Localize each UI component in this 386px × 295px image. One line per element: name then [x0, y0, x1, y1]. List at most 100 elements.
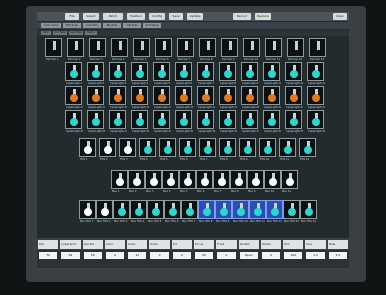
status-value[interactable]: 100 [284, 252, 303, 259]
fixture-tile[interactable]: CyberLight 36 [307, 110, 325, 133]
fixture-tile[interactable]: TDS 11 [279, 138, 296, 161]
status-value[interactable]: 3.0 [328, 252, 347, 259]
fixture-tile[interactable]: CyberLight 23 [285, 86, 303, 109]
toolbar-button-config[interactable]: Config [149, 13, 165, 20]
fixture-tile[interactable]: Dimmer 13 [309, 38, 326, 61]
fixture-tile[interactable]: CyberLight 24 [307, 86, 325, 109]
fixture-tile[interactable]: Mac TDS 9 [215, 200, 232, 223]
fixture-tile[interactable]: TDS 5 [159, 138, 176, 161]
fixture-tile[interactable]: Mac TDS 12 [266, 200, 283, 223]
fixture-tile[interactable]: Dimmer 2 [67, 38, 84, 61]
sub-button-sort-value[interactable]: Sort Value [143, 23, 161, 28]
fixture-tile[interactable]: Dimmer 3 [89, 38, 106, 61]
fixture-tile[interactable]: Mac 7 [213, 170, 230, 193]
fixture-tile[interactable]: CyberLight 1 [65, 62, 82, 85]
fixture-tile[interactable]: CyberLight 11 [285, 62, 303, 85]
fixture-tile[interactable]: Mac 1 [111, 170, 128, 193]
fixture-tile[interactable]: CyberLight 3 [109, 62, 126, 85]
status-value[interactable]: 0 [150, 252, 169, 259]
status-value[interactable]: 50 [195, 252, 214, 259]
toolbar-button-update[interactable]: Update [187, 13, 203, 20]
fixture-tile[interactable]: CyberLight 2 [87, 62, 104, 85]
fixture-tile[interactable]: Mac 3 [145, 170, 162, 193]
fixture-tile[interactable]: Dimmer 8 [199, 38, 216, 61]
status-value[interactable]: 0 [261, 252, 281, 259]
fixture-tile[interactable]: Mac TDS 7 [181, 200, 198, 223]
fixture-tile[interactable]: Mac 11 [281, 170, 298, 193]
fixture-tile[interactable]: CyberLight 34 [263, 110, 281, 133]
toolbar-button-restore[interactable]: Restore [255, 13, 271, 20]
fixture-tile[interactable]: CyberLight 30 [175, 110, 193, 133]
toolbar-button-file[interactable]: File [65, 13, 79, 20]
fixture-tile[interactable]: Dimmer 10 [243, 38, 260, 61]
fixture-tile[interactable]: TDS 7 [199, 138, 216, 161]
fixture-tile[interactable]: Mac TDS 1 [79, 200, 96, 223]
fixture-tile[interactable]: Mac TDS 3 [113, 200, 130, 223]
fixture-tile[interactable]: CyberLight 4 [131, 62, 148, 85]
fixture-tile[interactable]: CyberLight 25 [65, 110, 83, 133]
toolbar-button-clear[interactable]: Clear [333, 13, 347, 20]
fixture-tile[interactable]: Mac TDS 8 [198, 200, 215, 223]
fixture-tile[interactable]: Mac TDS 5 [147, 200, 164, 223]
status-value[interactable]: 0 [172, 252, 191, 259]
fixture-tile[interactable]: TDS 8 [219, 138, 236, 161]
fixture-tile[interactable]: Mac 5 [179, 170, 196, 193]
status-value[interactable]: T0 [39, 252, 58, 259]
fixture-tile[interactable]: Dimmer 11 [265, 38, 282, 61]
fixture-tile[interactable]: CyberLight 18 [175, 86, 193, 109]
fixture-tile[interactable]: Mac TDS 14 [300, 200, 317, 223]
fixture-tile[interactable]: Mac 6 [196, 170, 213, 193]
toolbar-button-patch[interactable]: Patch [103, 13, 123, 20]
fixture-tile[interactable]: CyberLight 31 [197, 110, 215, 133]
tab-macro[interactable]: Macro [85, 31, 97, 35]
fixture-tile[interactable]: CyberLight 29 [153, 110, 171, 133]
fixture-tile[interactable]: CyberLight 33 [241, 110, 259, 133]
fixture-tile[interactable]: CyberLight 16 [131, 86, 149, 109]
status-value[interactable]: 1.0 [306, 252, 325, 259]
fixture-tile[interactable]: TDS 2 [99, 138, 116, 161]
fixture-tile[interactable]: CyberLight 9 [241, 62, 258, 85]
status-value[interactable]: 12 [128, 252, 147, 259]
toolbar-button-position[interactable]: Position [127, 13, 145, 20]
fixture-tile[interactable]: TDS 10 [259, 138, 276, 161]
status-value[interactable]: Open [239, 252, 258, 259]
fixture-tile[interactable]: Dimmer 5 [133, 38, 150, 61]
fixture-tile[interactable]: CyberLight 6 [175, 62, 192, 85]
toolbar-button-save[interactable]: Save [169, 13, 183, 20]
fixture-tile[interactable]: TDS 6 [179, 138, 196, 161]
fixture-tile[interactable]: CyberLight 32 [219, 110, 237, 133]
fixture-tile[interactable]: Mac TDS 2 [96, 200, 113, 223]
fixture-tile[interactable]: Mac 9 [247, 170, 264, 193]
fixture-tile[interactable]: CyberLight 15 [109, 86, 127, 109]
fixture-tile[interactable]: CyberLight 21 [241, 86, 259, 109]
fixture-tile[interactable]: CyberLight 5 [153, 62, 170, 85]
fixture-tile[interactable]: Mac TDS 11 [249, 200, 266, 223]
fixture-tile[interactable]: Mac TDS 6 [164, 200, 181, 223]
fixture-tile[interactable]: TDS 9 [239, 138, 256, 161]
fixture-tile[interactable]: CyberLight 13 [65, 86, 83, 109]
fixture-tile[interactable]: Mac TDS 4 [130, 200, 147, 223]
fixture-tile[interactable]: Mac 10 [264, 170, 281, 193]
fixture-tile[interactable]: Mac 4 [162, 170, 179, 193]
status-value[interactable]: 50 [83, 252, 102, 259]
sub-button-cell-pose[interactable]: Cell Pose [123, 23, 141, 28]
status-value[interactable]: 0 [105, 252, 125, 259]
fixture-tile[interactable]: Dimmer 9 [221, 38, 238, 61]
fixture-tile[interactable]: TDS 12 [299, 138, 316, 161]
status-value[interactable]: 99 [61, 252, 80, 259]
fixture-tile[interactable]: Dimmer 1 [45, 38, 62, 61]
tab-ovr-fade[interactable]: Ovr Fade [53, 31, 67, 35]
fixture-tile[interactable]: CyberLight 19 [197, 86, 215, 109]
toolbar-button-record[interactable]: Record [233, 13, 251, 20]
tab-sub-fade[interactable]: Sub Fade [69, 31, 83, 35]
fixture-tile[interactable]: TDS 1 [79, 138, 96, 161]
fixture-tile[interactable]: CyberLight 26 [87, 110, 105, 133]
fixture-tile[interactable]: CyberLight 12 [307, 62, 325, 85]
fixture-tile[interactable]: CyberLight 20 [219, 86, 237, 109]
fixture-tile[interactable]: Dimmer 12 [287, 38, 304, 61]
fixture-tile[interactable]: CyberLight 8 [219, 62, 236, 85]
tab-dmr[interactable]: Dmr [41, 31, 51, 35]
sub-button-link-shot[interactable]: Link Shot [83, 23, 101, 28]
sub-button-big-shot[interactable]: Big Shot [103, 23, 121, 28]
fixture-tile[interactable]: Mac 8 [230, 170, 247, 193]
